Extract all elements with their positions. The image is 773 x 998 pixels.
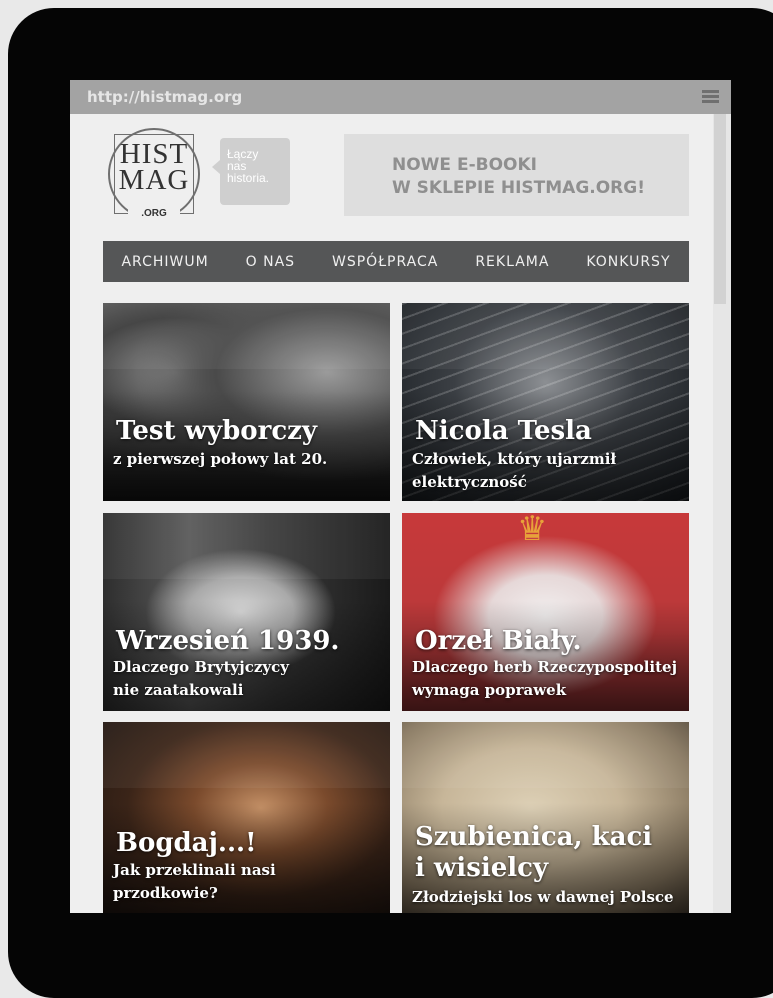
tile-title: Szubienica, kaci i wisielcy (415, 822, 653, 883)
tile-subtitle: Jak przeklinali nasi przodkowie? (113, 861, 276, 902)
ebook-promo-banner[interactable]: NOWE E-BOOKI W SKLEPIE HISTMAG.ORG! (344, 134, 689, 216)
tile-highlight (402, 722, 689, 788)
tile-subtitle: Złodziejski los w dawnej Polsce (412, 888, 674, 906)
article-tile-test-wyborczy[interactable]: Test wyborczy z pierwszej połowy lat 20. (103, 303, 390, 501)
tile-subtitle: Człowiek, który ujarzmił elektryczność (412, 450, 617, 491)
site-logo[interactable]: HIST MAG .ORG (108, 128, 200, 220)
url-text[interactable]: http://histmag.org (87, 88, 242, 106)
article-tile-orzel-bialy[interactable]: ♛ Orzeł Biały. Dlaczego herb Rzeczypospo… (402, 513, 689, 711)
nav-item-reklama[interactable]: REKLAMA (475, 254, 549, 270)
tile-title: Nicola Tesla (415, 416, 592, 446)
hamburger-icon[interactable] (702, 90, 719, 103)
nav-item-konkursy[interactable]: KONKURSY (586, 254, 670, 270)
tile-highlight (103, 303, 390, 369)
address-bar[interactable]: http://histmag.org (70, 80, 731, 114)
tablet-frame: http://histmag.org HIST MAG .ORG Łączy n… (8, 8, 773, 998)
tile-highlight (103, 513, 390, 579)
tile-highlight (402, 303, 689, 369)
crown-icon: ♛ (517, 513, 548, 548)
nav-item-archiwum[interactable]: ARCHIWUM (121, 254, 208, 270)
tile-title: Orzeł Biały. (415, 626, 582, 656)
promo-text: NOWE E-BOOKI W SKLEPIE HISTMAG.ORG! (392, 155, 645, 198)
tile-subtitle: Dlaczego Brytyjczycy nie zaatakowali (113, 658, 289, 699)
tile-highlight (103, 722, 390, 788)
tile-subtitle: Dlaczego herb Rzeczypospolitej wymaga po… (412, 658, 678, 699)
tile-title: Bogdaj...! (116, 828, 257, 858)
tagline-bubble: Łączy nas historia. (212, 138, 290, 205)
tagline-text: Łączy nas historia. (227, 147, 270, 185)
article-tile-szubienica[interactable]: Szubienica, kaci i wisielcy Złodziejski … (402, 722, 689, 913)
tile-title: Test wyborczy (116, 416, 318, 446)
nav-item-o-nas[interactable]: O NAS (246, 254, 295, 270)
article-tile-wrzesien-1939[interactable]: Wrzesień 1939. Dlaczego Brytyjczycy nie … (103, 513, 390, 711)
article-tile-bogdaj[interactable]: Bogdaj...! Jak przeklinali nasi przodkow… (103, 722, 390, 913)
logo-box: HIST MAG .ORG (114, 134, 194, 220)
scrollbar-thumb[interactable] (714, 114, 726, 304)
tile-subtitle: z pierwszej połowy lat 20. (113, 450, 328, 468)
nav-item-wspolpraca[interactable]: WSPÓŁPRACA (332, 254, 438, 270)
article-tile-nicola-tesla[interactable]: Nicola Tesla Człowiek, który ujarzmił el… (402, 303, 689, 501)
logo-line2: MAG (118, 164, 190, 196)
browser-screen: http://histmag.org HIST MAG .ORG Łączy n… (70, 80, 731, 913)
logo-org: .ORG (128, 207, 180, 220)
main-nav: ARCHIWUM O NAS WSPÓŁPRACA REKLAMA KONKUR… (103, 241, 689, 282)
tile-title: Wrzesień 1939. (116, 626, 340, 656)
